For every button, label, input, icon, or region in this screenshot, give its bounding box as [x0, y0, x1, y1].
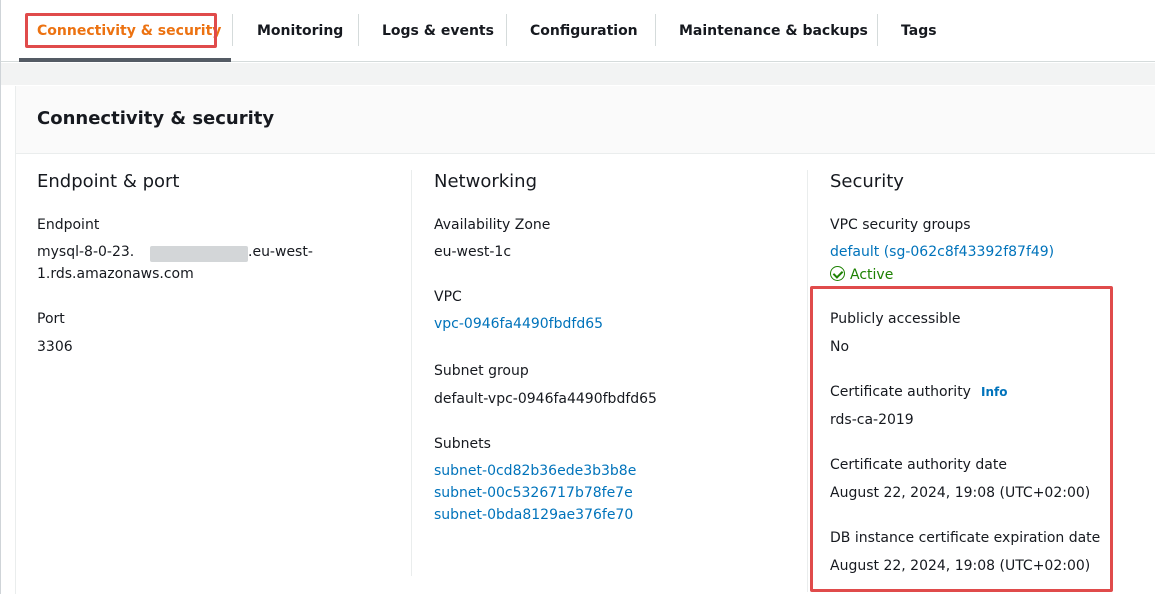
- tab-divider: [232, 14, 233, 46]
- publicly-accessible-label: Publicly accessible: [830, 311, 961, 327]
- tab-divider: [877, 14, 878, 46]
- subnet-link[interactable]: subnet-0bda8129ae376fe70: [434, 507, 633, 523]
- subnet-link[interactable]: subnet-00c5326717b78fe7e: [434, 485, 633, 501]
- info-link[interactable]: Info: [981, 385, 1007, 399]
- redacted-endpoint-segment: [150, 246, 248, 262]
- publicly-accessible-value: No: [830, 339, 850, 355]
- rds-instance-details: Connectivity & security Monitoring Logs …: [0, 0, 1155, 594]
- vpc-security-groups-label: VPC security groups: [830, 217, 971, 233]
- endpoint-value-suffix: .eu-west-: [248, 244, 313, 260]
- connectivity-security-panel: Connectivity & security Endpoint & port …: [15, 86, 1155, 594]
- tab-divider: [358, 14, 359, 46]
- availability-zone-label: Availability Zone: [434, 217, 551, 233]
- subnet-group-value: default-vpc-0946fa4490fbdfd65: [434, 391, 657, 407]
- tab-logs-events[interactable]: Logs & events: [382, 14, 494, 48]
- certificate-authority-value: rds-ca-2019: [830, 412, 914, 428]
- tab-monitoring[interactable]: Monitoring: [257, 14, 343, 48]
- endpoint-port-heading: Endpoint & port: [37, 171, 180, 192]
- subnet-group-label: Subnet group: [434, 363, 529, 379]
- vpc-link[interactable]: vpc-0946fa4490fbdfd65: [434, 316, 603, 332]
- endpoint-value-line2: 1.rds.amazonaws.com: [37, 266, 194, 282]
- port-label: Port: [37, 311, 65, 327]
- panel-title: Connectivity & security: [37, 108, 275, 129]
- certificate-authority-date-label: Certificate authority date: [830, 457, 1007, 473]
- active-tab-indicator: [19, 58, 231, 62]
- security-group-status: Active: [830, 266, 893, 283]
- subnet-link[interactable]: subnet-0cd82b36ede3b3b8e: [434, 463, 636, 479]
- tab-divider: [655, 14, 656, 46]
- tab-tags[interactable]: Tags: [901, 14, 937, 48]
- tab-configuration[interactable]: Configuration: [530, 14, 638, 48]
- vpc-label: VPC: [434, 289, 462, 305]
- status-text: Active: [850, 267, 894, 283]
- tab-bar: Connectivity & security Monitoring Logs …: [1, 0, 1155, 62]
- certificate-authority-label-text: Certificate authority: [830, 384, 971, 400]
- endpoint-value-prefix: mysql-8-0-23.: [37, 244, 135, 260]
- security-group-link[interactable]: default (sg-062c8f43392f87f49): [830, 244, 1054, 260]
- port-value: 3306: [37, 339, 73, 355]
- content-gap: [1, 63, 1155, 85]
- panel-header: Connectivity & security: [16, 86, 1155, 154]
- check-circle-icon: [830, 266, 845, 281]
- column-divider: [807, 170, 808, 592]
- networking-heading: Networking: [434, 171, 537, 192]
- column-divider: [411, 170, 412, 576]
- subnets-label: Subnets: [434, 436, 491, 452]
- certificate-authority-label: Certificate authority Info: [830, 384, 1007, 400]
- tab-connectivity-security[interactable]: Connectivity & security: [37, 14, 221, 48]
- tab-maintenance-backups[interactable]: Maintenance & backups: [679, 14, 868, 48]
- certificate-expiration-value: August 22, 2024, 19:08 (UTC+02:00): [830, 558, 1091, 574]
- endpoint-label: Endpoint: [37, 217, 100, 233]
- availability-zone-value: eu-west-1c: [434, 244, 512, 260]
- tab-divider: [506, 14, 507, 46]
- certificate-expiration-label: DB instance certificate expiration date: [830, 530, 1101, 546]
- certificate-authority-date-value: August 22, 2024, 19:08 (UTC+02:00): [830, 485, 1091, 501]
- security-heading: Security: [830, 171, 904, 192]
